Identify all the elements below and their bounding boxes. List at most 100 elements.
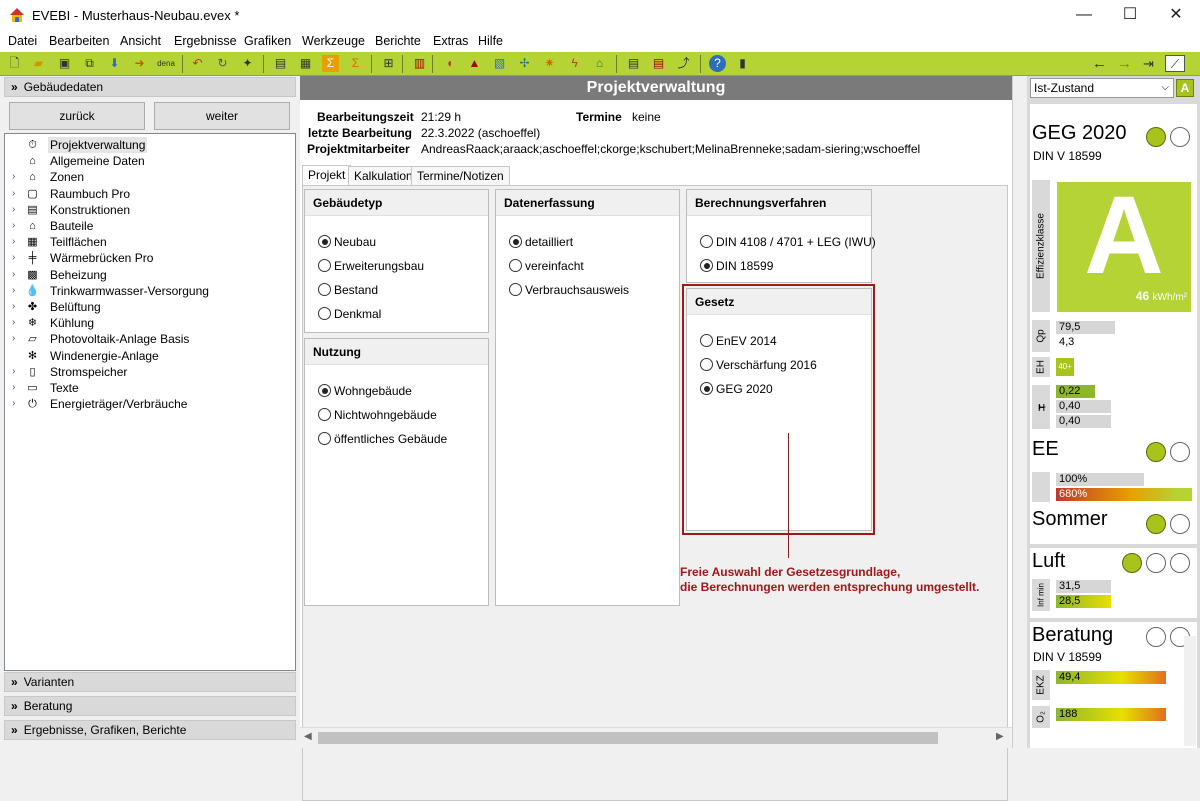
- menu-berichte[interactable]: Berichte: [375, 34, 421, 48]
- expand-chevron-icon[interactable]: ›: [12, 315, 15, 331]
- new-file-icon[interactable]: 🗋: [6, 55, 23, 72]
- menu-ansicht[interactable]: Ansicht: [120, 34, 161, 48]
- expand-chevron-icon[interactable]: ›: [12, 299, 15, 315]
- expand-chevron-icon[interactable]: ›: [12, 250, 15, 266]
- tab-kalkulation[interactable]: Kalkulation: [348, 166, 419, 186]
- radio-din4108[interactable]: DIN 4108 / 4701 + LEG (IWU): [700, 235, 876, 251]
- right-scrollbar[interactable]: [1184, 636, 1196, 746]
- radio-erweiterungsbau[interactable]: Erweiterungsbau: [318, 259, 424, 275]
- import-icon[interactable]: ⬇: [106, 55, 123, 72]
- tab-termine-notizen[interactable]: Termine/Notizen: [411, 166, 510, 186]
- radio-oeffentlich[interactable]: öffentliches Gebäude: [318, 432, 447, 448]
- radio-vereinfacht[interactable]: vereinfacht: [509, 259, 584, 275]
- section-label: Beratung: [23, 699, 73, 713]
- sun-icon[interactable]: ✷: [541, 55, 558, 72]
- expand-chevron-icon[interactable]: ›: [12, 396, 15, 412]
- wall-icon[interactable]: ▥: [411, 55, 428, 72]
- document-icon[interactable]: ▤: [272, 55, 289, 72]
- help-icon[interactable]: ?: [709, 55, 726, 72]
- radio-denkmal[interactable]: Denkmal: [318, 307, 381, 323]
- radio-wohngebaeude[interactable]: Wohngebäude: [318, 384, 412, 400]
- expand-chevron-icon[interactable]: ›: [12, 364, 15, 380]
- report-red-icon[interactable]: ▤: [650, 55, 667, 72]
- calculator-icon[interactable]: ▮: [734, 55, 751, 72]
- section-beratung[interactable]: » Beratung: [4, 696, 296, 716]
- tree-item-label: Kühlung: [50, 316, 95, 331]
- close-button[interactable]: ✕: [1153, 0, 1199, 32]
- radio-detailliert[interactable]: detailliert: [509, 235, 573, 251]
- toolbar-separator: [616, 55, 617, 73]
- section-varianten[interactable]: » Varianten: [4, 672, 296, 692]
- radio-nichtwohngebaeude[interactable]: Nichtwohngebäude: [318, 408, 437, 424]
- scroll-left-icon[interactable]: ◀: [304, 731, 312, 742]
- expand-chevron-icon[interactable]: ›: [12, 380, 15, 396]
- dena-button[interactable]: dena: [155, 55, 177, 72]
- tree-structure-icon[interactable]: ⊞: [380, 55, 397, 72]
- maximize-button[interactable]: ☐: [1107, 0, 1153, 32]
- export-icon[interactable]: ➜: [131, 55, 148, 72]
- tab-projekt[interactable]: Projekt: [302, 165, 352, 186]
- box-title: Datenerfassung: [496, 190, 679, 216]
- expand-chevron-icon[interactable]: ›: [12, 169, 15, 185]
- goto-end-icon[interactable]: ⇥: [1140, 55, 1157, 72]
- luft-bar-1: 31,5: [1056, 580, 1111, 593]
- letzte-bearbeitung-label: letzte Bearbeitung: [308, 126, 413, 140]
- tree-item-icon: ✻: [27, 349, 38, 362]
- minimize-button[interactable]: —: [1061, 0, 1107, 32]
- box-title: Nutzung: [305, 339, 488, 365]
- wand-icon[interactable]: ✦: [239, 55, 256, 72]
- menu-werkzeuge[interactable]: Werkzeuge: [302, 34, 365, 48]
- menu-datei[interactable]: Datei: [8, 34, 37, 48]
- sum-icon[interactable]: Σ: [322, 55, 339, 72]
- ekz-bar: 49,4: [1056, 671, 1166, 684]
- back-arrow-icon[interactable]: ←: [1091, 55, 1108, 72]
- menu-bearbeiten[interactable]: Bearbeiten: [49, 34, 109, 48]
- expand-chevron-icon[interactable]: ›: [12, 283, 15, 299]
- radio-bestand[interactable]: Bestand: [318, 283, 378, 299]
- menu-ergebnisse[interactable]: Ergebnisse: [174, 34, 237, 48]
- forward-arrow-icon[interactable]: →: [1116, 55, 1133, 72]
- radio-neubau[interactable]: Neubau: [318, 235, 376, 251]
- menu-extras[interactable]: Extras: [433, 34, 468, 48]
- expand-chevron-icon[interactable]: ›: [12, 234, 15, 250]
- report-icon[interactable]: ▤: [625, 55, 642, 72]
- expand-chevron-icon[interactable]: ›: [12, 186, 15, 202]
- state-select[interactable]: Ist-Zustand ⌵: [1030, 78, 1174, 98]
- gebaeudetyp-box: Gebäudetyp Neubau Erweiterungsbau Bestan…: [304, 189, 489, 333]
- cap-icon[interactable]: ◖: [441, 55, 458, 72]
- export-report-icon[interactable]: ⤴: [675, 55, 692, 72]
- house-icon[interactable]: ⌂: [591, 55, 608, 72]
- heating-icon[interactable]: ▲: [466, 55, 483, 72]
- save-icon[interactable]: ▣: [56, 55, 73, 72]
- lightning-icon[interactable]: ϟ: [566, 55, 583, 72]
- section-gebaeudedaten[interactable]: » Gebäudedaten: [4, 77, 296, 97]
- next-button[interactable]: weiter: [154, 102, 290, 130]
- open-folder-icon[interactable]: ▰: [30, 55, 47, 72]
- sigma-report-icon[interactable]: Σ: [347, 55, 364, 72]
- radio-din18599[interactable]: DIN 18599: [700, 259, 773, 275]
- scroll-thumb[interactable]: [318, 732, 938, 744]
- ee-title: EE: [1032, 438, 1059, 460]
- radio-verbrauchsausweis[interactable]: Verbrauchsausweis: [509, 283, 629, 299]
- expand-chevron-icon[interactable]: ›: [12, 218, 15, 234]
- section-ergebnisse[interactable]: » Ergebnisse, Grafiken, Berichte: [4, 720, 296, 740]
- annotation-line-2: die Berechnungen werden entsprechung umg…: [680, 580, 980, 594]
- expand-chevron-icon[interactable]: ›: [12, 267, 15, 283]
- back-button[interactable]: zurück: [9, 102, 145, 130]
- water-icon[interactable]: ▧: [491, 55, 508, 72]
- ekz-label-text: EKZ: [1035, 675, 1047, 695]
- ventilation-icon[interactable]: ✢: [516, 55, 533, 72]
- expand-chevron-icon[interactable]: ›: [12, 331, 15, 347]
- grid-icon[interactable]: ▦: [297, 55, 314, 72]
- chart-icon[interactable]: ⟋: [1165, 55, 1185, 72]
- scroll-right-icon[interactable]: ▶: [996, 731, 1004, 742]
- splitter[interactable]: [1012, 76, 1027, 748]
- copy-icon[interactable]: ⧉: [81, 55, 98, 72]
- menu-hilfe[interactable]: Hilfe: [478, 34, 503, 48]
- horizontal-scrollbar[interactable]: ◀ ▶: [300, 727, 1012, 748]
- expand-chevron-icon[interactable]: ›: [12, 202, 15, 218]
- undo-icon[interactable]: ↶: [189, 55, 206, 72]
- bearbeitungszeit-value: 21:29 h: [421, 110, 462, 124]
- menu-grafiken[interactable]: Grafiken: [244, 34, 291, 48]
- redo-icon[interactable]: ↻: [214, 55, 231, 72]
